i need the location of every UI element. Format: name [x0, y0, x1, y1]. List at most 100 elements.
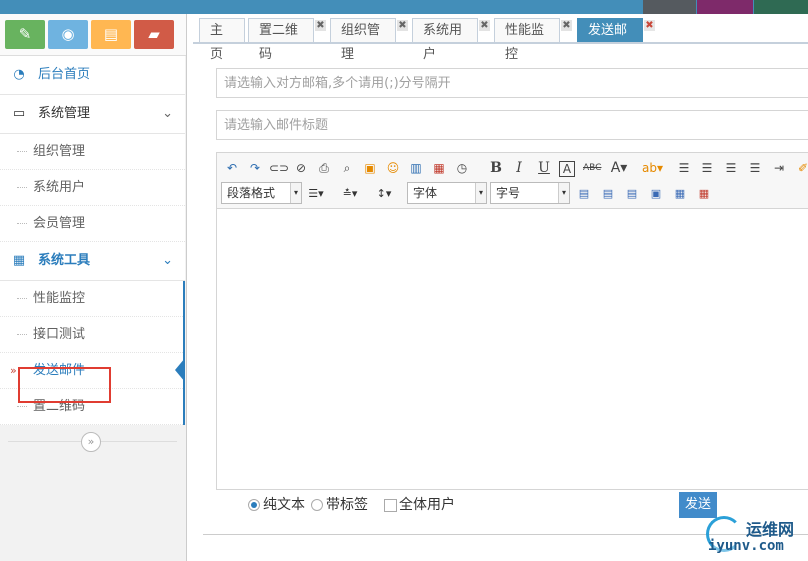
- active-marker-icon: »: [10, 364, 17, 377]
- image-icon[interactable]: ▣: [361, 159, 379, 177]
- plain-text-radio[interactable]: [248, 499, 260, 511]
- align-justify-icon[interactable]: ☰: [746, 159, 764, 177]
- plain-text-label: 纯文本: [263, 497, 305, 513]
- all-users-checkbox[interactable]: [384, 499, 397, 512]
- editor-body[interactable]: [217, 209, 808, 489]
- chevron-down-icon: ⌄: [162, 106, 173, 121]
- heading-icon[interactable]: ☰▾: [307, 185, 325, 203]
- sidebar-item-system-tools[interactable]: ▦ 系统工具 ⌄: [0, 242, 185, 281]
- undo-icon[interactable]: ↶: [223, 159, 241, 177]
- mail-options: 纯文本 带标签 全体用户: [248, 494, 478, 516]
- link-icon[interactable]: ⊂⊃: [269, 159, 289, 177]
- select-value: 字体: [413, 186, 438, 200]
- video-icon[interactable]: ▥: [407, 159, 425, 177]
- sidebar-item-label: 系统工具: [38, 253, 91, 268]
- submenu-item-org[interactable]: 组织管理: [0, 134, 185, 170]
- paragraph-spacing-icon[interactable]: ↕▾: [375, 185, 393, 203]
- preview-icon[interactable]: ⌕: [338, 159, 356, 177]
- font-size-select[interactable]: 字号 ▾: [490, 182, 570, 204]
- shortcut-bar: ✎ ◉ ▤ ▰: [0, 14, 186, 56]
- close-icon[interactable]: ✖: [479, 20, 490, 31]
- tab-sys-users[interactable]: 系统用户 ✖: [412, 18, 490, 62]
- close-icon[interactable]: ✖: [561, 20, 572, 31]
- delete-table-icon[interactable]: ▦: [695, 185, 713, 203]
- redo-icon[interactable]: ↷: [246, 159, 264, 177]
- highlight-annotation: [18, 367, 111, 403]
- sidebar-item-home[interactable]: ◔ 后台首页: [0, 56, 185, 95]
- monitor-icon: ▭: [12, 106, 26, 121]
- watermark-en: iyunv.com: [708, 538, 784, 554]
- sidebar-item-system-management[interactable]: ▭ 系统管理 ⌄: [0, 95, 185, 134]
- top-bar: [0, 0, 808, 14]
- tree-dash: [17, 223, 27, 224]
- tree-dash: [17, 406, 27, 407]
- tab-send-mail[interactable]: 发送邮件 ✖: [577, 18, 655, 62]
- eraser-icon[interactable]: ✐: [794, 159, 808, 177]
- line-height-icon[interactable]: ≛▾: [341, 185, 359, 203]
- image-right-icon[interactable]: ▤: [599, 185, 617, 203]
- submenu-item-sys-users[interactable]: 系统用户: [0, 170, 185, 206]
- chevron-down-icon: ▾: [475, 183, 486, 203]
- indent-icon[interactable]: ⇥: [770, 159, 788, 177]
- tree-dash: [17, 298, 27, 299]
- clock-icon[interactable]: ◷: [453, 159, 471, 177]
- close-icon[interactable]: ✖: [397, 20, 408, 31]
- bold-icon[interactable]: B: [487, 159, 505, 177]
- pencil-icon[interactable]: ✎: [5, 20, 45, 49]
- font-family-select[interactable]: 字体 ▾: [407, 182, 487, 204]
- align-left-icon[interactable]: ☰: [675, 159, 693, 177]
- insert-table-icon[interactable]: ▦: [671, 185, 689, 203]
- print-icon[interactable]: ⎙: [315, 159, 333, 177]
- eye-icon[interactable]: ◉: [48, 20, 88, 49]
- highlight-color-icon[interactable]: ab▾: [642, 159, 663, 177]
- close-icon[interactable]: ✖: [315, 20, 326, 31]
- top-bar-block[interactable]: [643, 0, 696, 14]
- submenu-item-label: 性能监控: [33, 291, 86, 306]
- unlink-icon[interactable]: ⊘: [292, 159, 310, 177]
- book-icon[interactable]: ▤: [91, 20, 131, 49]
- sidebar-item-label: 系统管理: [38, 106, 91, 121]
- italic-icon[interactable]: I: [510, 159, 528, 177]
- font-border-icon[interactable]: A: [559, 161, 575, 177]
- emoticon-icon[interactable]: ☺: [384, 159, 402, 177]
- submenu-item-label: 接口测试: [33, 327, 86, 342]
- submenu-item-perf-monitor[interactable]: 性能监控: [0, 281, 183, 317]
- tab-bar: 主页 置二维码 ✖ 组织管理 ✖ 系统用户 ✖ 性能监控 ✖ 发送邮件 ✖: [193, 18, 808, 62]
- tab-org-management[interactable]: 组织管理 ✖: [330, 18, 408, 62]
- submenu-item-label: 会员管理: [33, 216, 86, 231]
- tab-perf-monitor[interactable]: 性能监控 ✖: [494, 18, 572, 62]
- image-left-icon[interactable]: ▤: [575, 185, 593, 203]
- with-tags-radio[interactable]: [311, 499, 323, 511]
- top-bar-block[interactable]: [754, 0, 808, 14]
- all-users-label: 全体用户: [399, 497, 455, 513]
- paragraph-format-select[interactable]: 段落格式 ▾: [221, 182, 302, 204]
- submenu-item-label: 组织管理: [33, 144, 86, 159]
- align-center-icon[interactable]: ☰: [698, 159, 716, 177]
- send-mail-panel: ↶ ↷ ⊂⊃ ⊘ ⎙ ⌕ ▣ ☺ ▥ ▦ ◷ B I U A ABC A▾ ab…: [203, 44, 808, 535]
- close-icon[interactable]: ✖: [644, 20, 655, 31]
- chevron-down-icon: ▾: [290, 183, 301, 203]
- image-center-icon[interactable]: ▣: [647, 185, 665, 203]
- submenu-system-management: 组织管理 系统用户 会员管理: [0, 134, 185, 242]
- align-right-icon[interactable]: ☰: [722, 159, 740, 177]
- tab-qrcode[interactable]: 置二维码 ✖: [248, 18, 326, 62]
- top-bar-block[interactable]: [697, 0, 753, 14]
- editor-toolbar: ↶ ↷ ⊂⊃ ⊘ ⎙ ⌕ ▣ ☺ ▥ ▦ ◷ B I U A ABC A▾ ab…: [217, 153, 808, 209]
- recipient-email-input[interactable]: [216, 68, 808, 98]
- folder-open-icon[interactable]: ▰: [134, 20, 174, 49]
- rich-text-editor[interactable]: ↶ ↷ ⊂⊃ ⊘ ⎙ ⌕ ▣ ☺ ▥ ▦ ◷ B I U A ABC A▾ ab…: [216, 152, 808, 490]
- submenu-item-api-test[interactable]: 接口测试: [0, 317, 183, 353]
- image-inline-icon[interactable]: ▤: [623, 185, 641, 203]
- strikethrough-icon[interactable]: ABC: [583, 159, 601, 177]
- sidebar-collapse-bar: »: [0, 428, 185, 455]
- select-value: 字号: [496, 186, 521, 200]
- sidebar: ✎ ◉ ▤ ▰ ◔ 后台首页 ▭ 系统管理 ⌄ 组织管理 系统用户 会员管理 ▦…: [0, 14, 187, 561]
- underline-icon[interactable]: U: [535, 159, 553, 177]
- calendar-icon[interactable]: ▦: [430, 159, 448, 177]
- font-color-icon[interactable]: A▾: [610, 159, 628, 177]
- tab-home[interactable]: 主页: [199, 18, 245, 62]
- mail-subject-input[interactable]: [216, 110, 808, 140]
- tree-dash: [17, 334, 27, 335]
- collapse-sidebar-icon[interactable]: »: [81, 432, 101, 452]
- submenu-item-members[interactable]: 会员管理: [0, 206, 185, 242]
